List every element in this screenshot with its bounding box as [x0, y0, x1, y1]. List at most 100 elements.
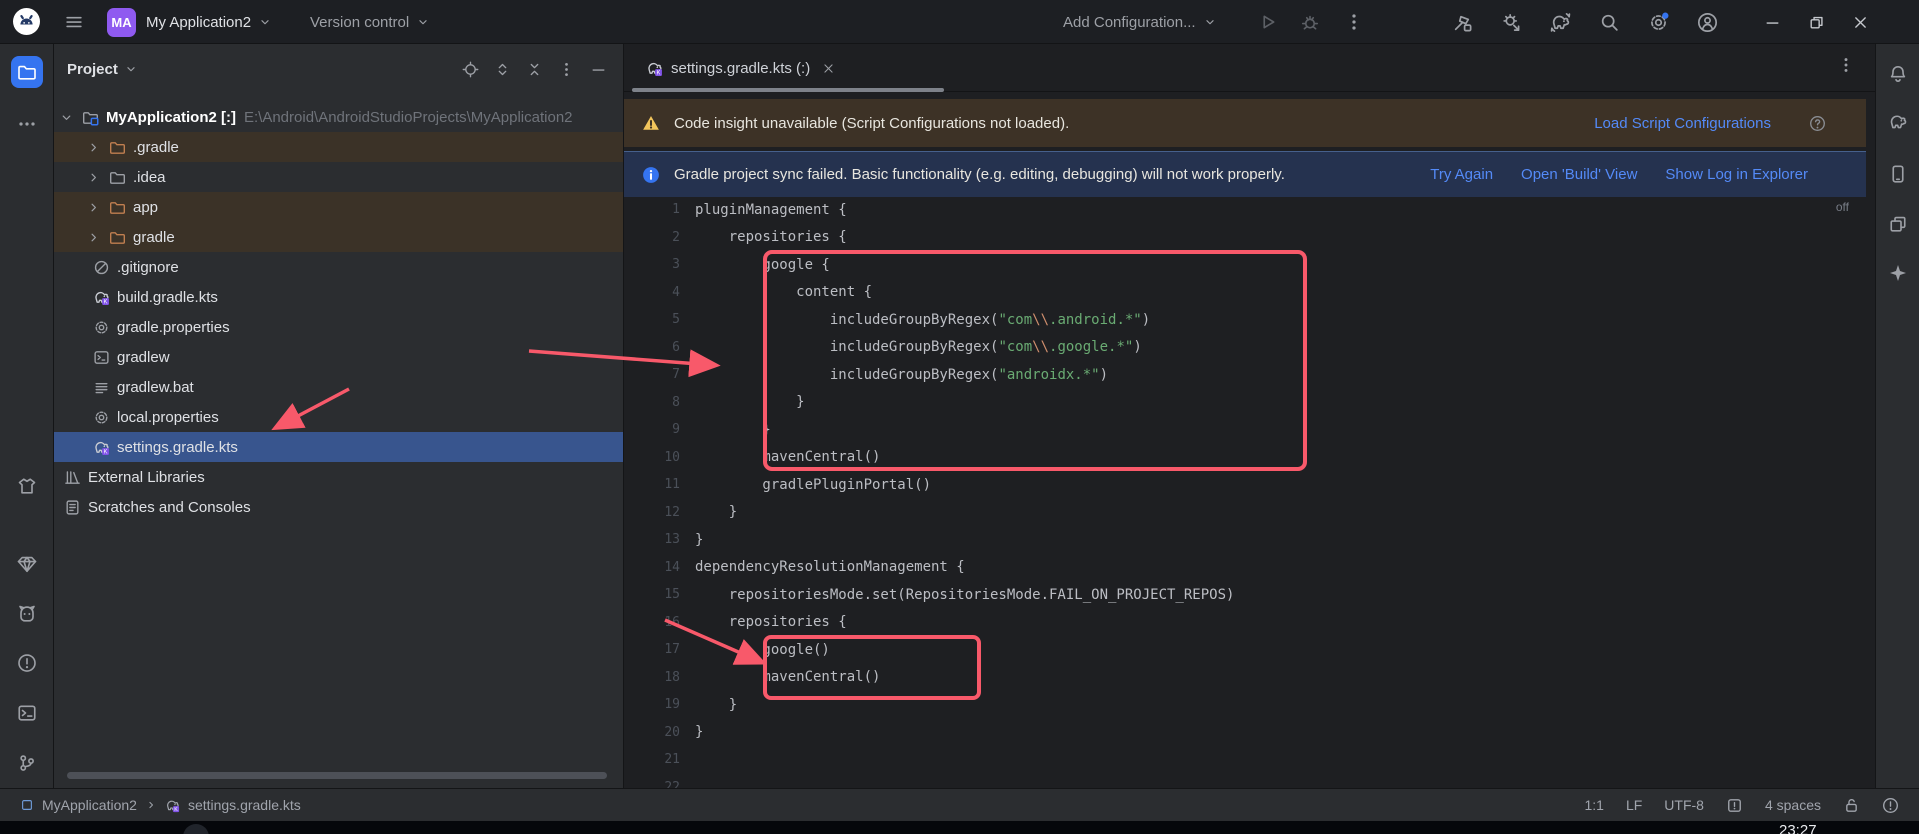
search-everywhere-button[interactable]	[1595, 8, 1623, 36]
build-variants-button[interactable]	[1882, 208, 1914, 240]
run-button[interactable]	[1254, 8, 1282, 36]
breadcrumb-file[interactable]: settings.gradle.kts	[188, 797, 301, 813]
close-button[interactable]	[1844, 0, 1876, 44]
code-line-2[interactable]: 2 repositories {	[624, 224, 1875, 252]
tree-item-gradlew[interactable]: gradlew	[54, 342, 623, 372]
horizontal-scrollbar[interactable]	[67, 772, 607, 779]
banner-action-open-build-view[interactable]: Open 'Build' View	[1521, 166, 1637, 183]
code-line-19[interactable]: 19 }	[624, 691, 1875, 719]
expand-all-button[interactable]	[494, 61, 511, 78]
write-access-icon[interactable]	[1843, 797, 1860, 814]
select-opened-file-button[interactable]	[462, 61, 479, 78]
tab-options-icon[interactable]	[1837, 56, 1855, 74]
code-line-3[interactable]: 3 google {	[624, 251, 1875, 279]
chevron-right-icon[interactable]	[86, 170, 102, 185]
gradle-tool-button[interactable]	[1882, 106, 1914, 138]
run-configuration-selector[interactable]: Add Configuration...	[1063, 0, 1217, 44]
banner-action-show-log-in-explorer[interactable]: Show Log in Explorer	[1665, 166, 1808, 183]
line-number: 21	[624, 752, 695, 767]
build-button[interactable]	[1448, 8, 1476, 36]
code-line-20[interactable]: 20}	[624, 719, 1875, 747]
hide-panel-button[interactable]	[590, 61, 607, 78]
tab-settings-gradle-kts[interactable]: K settings.gradle.kts (:)	[636, 44, 845, 92]
code-line-17[interactable]: 17 google()	[624, 636, 1875, 664]
more-tool-windows-button[interactable]	[11, 108, 43, 140]
close-icon[interactable]	[822, 62, 835, 75]
code-line-8[interactable]: 8 }	[624, 389, 1875, 417]
running-devices-button[interactable]	[1882, 158, 1914, 190]
code-line-12[interactable]: 12 }	[624, 499, 1875, 527]
minimize-button[interactable]	[1756, 0, 1788, 44]
code-line-1[interactable]: 1pluginManagement {	[624, 196, 1875, 224]
tree-item-idea[interactable]: .idea	[54, 162, 623, 192]
app-quality-insights-button[interactable]	[11, 548, 43, 580]
help-icon[interactable]	[1809, 115, 1826, 132]
editor-notification-icon[interactable]	[1726, 797, 1743, 814]
highlighting-widget[interactable]: off	[1836, 200, 1849, 214]
burger-icon	[64, 12, 84, 32]
code-line-9[interactable]: 9 }	[624, 416, 1875, 444]
version-control-button[interactable]	[11, 747, 43, 779]
project-selector[interactable]: My Application2	[146, 0, 272, 44]
code-line-5[interactable]: 5 includeGroupByRegex("com\\.android.*")	[624, 306, 1875, 334]
code-line-15[interactable]: 15 repositoriesMode.set(RepositoriesMode…	[624, 581, 1875, 609]
chevron-right-icon[interactable]	[86, 230, 102, 245]
code-line-16[interactable]: 16 repositories {	[624, 609, 1875, 637]
terminal-button[interactable]	[11, 697, 43, 729]
vcs-selector[interactable]: Version control	[310, 0, 430, 44]
tree-item-build-gradle-kts[interactable]: Kbuild.gradle.kts	[54, 282, 623, 312]
main-menu-icon[interactable]	[60, 8, 88, 36]
code-line-4[interactable]: 4 content {	[624, 279, 1875, 307]
restore-button[interactable]	[1800, 0, 1832, 44]
file-encoding[interactable]: UTF-8	[1664, 797, 1704, 813]
indent-setting[interactable]: 4 spaces	[1765, 797, 1821, 813]
tree-item-gradle[interactable]: .gradle	[54, 132, 623, 162]
debug-button[interactable]	[1296, 8, 1324, 36]
code-line-22[interactable]: 22	[624, 774, 1875, 789]
logcat-button[interactable]	[11, 598, 43, 630]
project-tool-button[interactable]	[11, 56, 43, 88]
project-panel-title[interactable]: Project	[67, 61, 118, 78]
code-line-11[interactable]: 11 gradlePluginPortal()	[624, 471, 1875, 499]
banner-action-load-script-configurations[interactable]: Load Script Configurations	[1594, 115, 1771, 132]
inspection-status-icon[interactable]	[1882, 797, 1899, 814]
chevron-down-icon[interactable]	[59, 110, 75, 125]
settings-button[interactable]	[1644, 8, 1672, 36]
tree-item-local-properties[interactable]: local.properties	[54, 402, 623, 432]
chevron-right-icon[interactable]	[86, 200, 102, 215]
tree-item-scratches-and-consoles[interactable]: Scratches and Consoles	[54, 492, 623, 522]
banner-action-try-again[interactable]: Try Again	[1430, 166, 1493, 183]
tree-item-app[interactable]: app	[54, 192, 623, 222]
line-separator[interactable]: LF	[1626, 797, 1642, 813]
problems-button[interactable]	[11, 647, 43, 679]
more-actions-button[interactable]	[1340, 8, 1368, 36]
panel-options-button[interactable]	[558, 61, 575, 78]
tree-item-settings-gradle-kts[interactable]: Ksettings.gradle.kts	[54, 432, 623, 462]
profiler-button[interactable]	[1497, 8, 1525, 36]
device-explorer-button[interactable]	[11, 470, 43, 502]
chevron-right-icon[interactable]	[86, 140, 102, 155]
code-line-14[interactable]: 14dependencyResolutionManagement {	[624, 554, 1875, 582]
tree-item-external-libraries[interactable]: External Libraries	[54, 462, 623, 492]
tree-item-gradle[interactable]: gradle	[54, 222, 623, 252]
code-line-6[interactable]: 6 includeGroupByRegex("com\\.google.*")	[624, 334, 1875, 362]
gemini-button[interactable]	[1882, 257, 1914, 289]
collapse-all-button[interactable]	[526, 61, 543, 78]
code-line-13[interactable]: 13}	[624, 526, 1875, 554]
breadcrumb-project[interactable]: MyApplication2	[42, 797, 137, 813]
code-line-18[interactable]: 18 mavenCentral()	[624, 664, 1875, 692]
code-line-7[interactable]: 7 includeGroupByRegex("androidx.*")	[624, 361, 1875, 389]
caret-position[interactable]: 1:1	[1584, 797, 1603, 813]
project-avatar[interactable]: MA	[107, 8, 136, 37]
tree-item-gradle-properties[interactable]: gradle.properties	[54, 312, 623, 342]
tree-item-label: MyApplication2 [:]	[106, 109, 236, 126]
code-line-21[interactable]: 21	[624, 746, 1875, 774]
tree-item-gitignore[interactable]: .gitignore	[54, 252, 623, 282]
sync-project-button[interactable]	[1546, 8, 1574, 36]
code-editor[interactable]: 1pluginManagement {2 repositories {3 goo…	[624, 196, 1875, 788]
tree-item-gradlew-bat[interactable]: gradlew.bat	[54, 372, 623, 402]
tree-item-myapplication2[interactable]: MyApplication2 [:]E:\Android\AndroidStud…	[54, 102, 623, 132]
notifications-button[interactable]	[1882, 58, 1914, 90]
code-line-10[interactable]: 10 mavenCentral()	[624, 444, 1875, 472]
account-button[interactable]	[1693, 8, 1721, 36]
